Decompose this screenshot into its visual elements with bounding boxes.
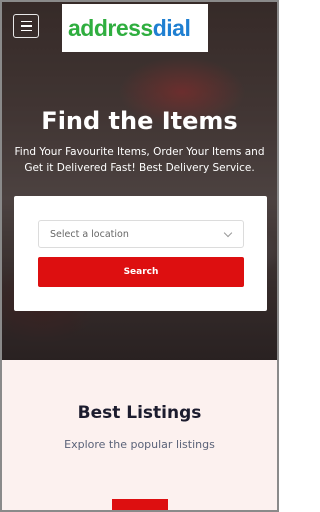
search-card: Select a location Search: [14, 196, 267, 311]
hero-title: Find the Items: [41, 107, 238, 135]
location-select-placeholder: Select a location: [50, 228, 129, 240]
app-frame: addressdial Find the Items Find Your Fav…: [0, 0, 279, 512]
chevron-down-icon: [223, 228, 233, 238]
best-listings-subtitle: Explore the popular listings: [64, 438, 215, 451]
logo-part-dial: dial: [152, 14, 191, 41]
hamburger-menu-icon[interactable]: [13, 14, 39, 38]
logo-text: addressdial: [68, 14, 191, 42]
hero-section: addressdial Find the Items Find Your Fav…: [2, 2, 277, 360]
logo-part-address: address: [68, 14, 153, 41]
search-button[interactable]: Search: [38, 257, 244, 287]
hero-subtitle: Find Your Favourite Items, Order Your It…: [14, 146, 265, 174]
listings-action-button[interactable]: [112, 499, 168, 510]
site-logo[interactable]: addressdial: [62, 4, 208, 52]
location-select[interactable]: Select a location: [38, 220, 244, 248]
best-listings-title: Best Listings: [77, 403, 202, 423]
best-listings-section: Best Listings Explore the popular listin…: [2, 360, 277, 510]
